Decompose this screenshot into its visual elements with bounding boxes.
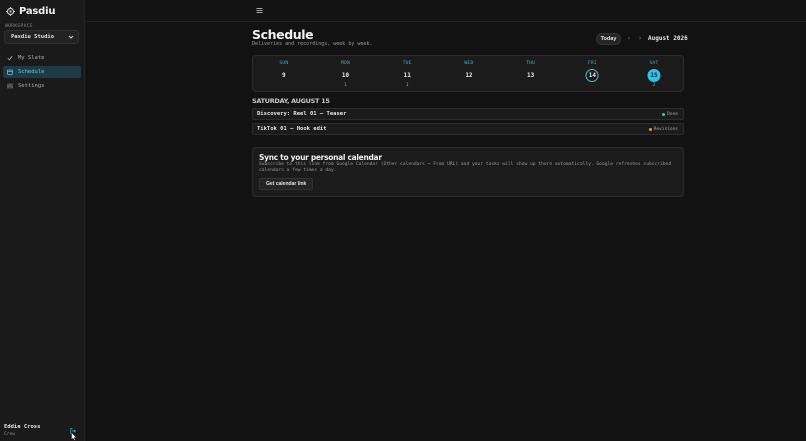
task-status-label: Done <box>667 111 678 117</box>
day-name: THU <box>526 61 536 66</box>
calendar-sync-card: Sync to your personal calendar Subscribe… <box>252 147 684 197</box>
page-title: Schedule <box>252 27 314 42</box>
day-number: 9 <box>282 72 286 79</box>
sidebar-item-label: Settings <box>18 83 45 89</box>
day-task-count: 2 <box>652 83 656 88</box>
sync-description: Subscribe to this link from Google Calen… <box>259 162 672 173</box>
mouse-cursor-icon <box>71 432 77 441</box>
sidebar-item-my-slate[interactable]: My Slate <box>3 52 81 64</box>
status-dot <box>662 112 666 116</box>
check-icon <box>7 55 13 61</box>
week-strip: SUN 9 MON 10 1 TUE 11 1 WED 12 THU 13 FR… <box>252 55 684 92</box>
selected-date-heading: SATURDAY, AUGUST 15 <box>252 97 330 105</box>
get-calendar-link-button[interactable]: Get calendar link <box>259 178 314 190</box>
day-number: 12 <box>465 72 473 79</box>
gear-logo-icon <box>6 7 15 16</box>
task-status: Revisions <box>648 126 678 132</box>
sidebar-nav: My Slate Schedule Settings <box>3 52 81 94</box>
sidebar-item-label: Schedule <box>18 69 45 75</box>
day-cell-wed[interactable]: WED 12 <box>438 56 500 93</box>
day-name: TUE <box>402 61 412 66</box>
day-task-count: 1 <box>344 83 347 88</box>
day-task-count: 1 <box>405 83 409 88</box>
day-cell-fri[interactable]: FRI 14 <box>562 56 624 93</box>
sync-title: Sync to your personal calendar <box>259 153 382 162</box>
day-name: SUN <box>279 61 289 66</box>
sidebar-item-settings[interactable]: Settings <box>3 80 81 92</box>
day-cell-tue[interactable]: TUE 11 1 <box>376 56 438 93</box>
page-subtitle: Deliveries and recordings, week by week. <box>252 41 373 47</box>
day-cell-sun[interactable]: SUN 9 <box>253 56 315 93</box>
task-status: Done <box>662 112 678 117</box>
day-name: MON <box>341 61 351 66</box>
next-week-button[interactable]: › <box>637 35 643 42</box>
status-dot <box>648 127 652 131</box>
sidebar: Pasdiu WORKSPACE Pasdiu Studio My Slate … <box>0 0 85 441</box>
task-status-label: Revisions <box>653 126 678 132</box>
day-cell-mon[interactable]: MON 10 1 <box>315 56 377 93</box>
day-number: 11 <box>403 72 411 79</box>
day-name: WED <box>464 61 474 66</box>
task-row[interactable]: TikTok 01 — Hook edit Revisions <box>252 123 684 135</box>
day-cell-thu[interactable]: THU 13 <box>500 56 562 93</box>
brand[interactable]: Pasdiu <box>6 6 55 17</box>
task-title: TikTok 01 — Hook edit <box>257 126 327 132</box>
month-label: August 2026 <box>648 35 688 42</box>
task-row[interactable]: Discovery: Reel 01 — Teaser Done <box>252 108 684 120</box>
app-name: Pasdiu <box>19 6 56 17</box>
today-button[interactable]: Today <box>596 33 621 45</box>
day-number: 10 <box>341 72 350 79</box>
task-title: Discovery: Reel 01 — Teaser <box>257 111 347 117</box>
hamburger-menu-icon[interactable] <box>256 7 263 14</box>
prev-week-button[interactable]: ‹ <box>626 35 632 42</box>
day-name: SAT <box>649 61 659 66</box>
sidebar-item-schedule[interactable]: Schedule <box>3 66 81 78</box>
chevron-down-icon <box>68 35 74 39</box>
workspace-select-value: Pasdiu Studio <box>11 34 55 40</box>
workspace-select[interactable]: Pasdiu Studio <box>4 30 79 44</box>
sidebar-item-label: My Slate <box>18 55 45 61</box>
workspace-label: WORKSPACE <box>5 24 33 29</box>
day-cell-sat[interactable]: SAT 15 2 <box>623 56 685 93</box>
user-profile[interactable]: Eddie Cross Crew <box>4 424 40 437</box>
day-number: 13 <box>527 72 535 79</box>
calendar-icon <box>7 69 13 75</box>
day-number-today: 14 <box>585 69 599 82</box>
top-bar <box>86 0 806 22</box>
user-name: Eddie Cross <box>4 424 41 430</box>
day-name: FRI <box>587 61 597 66</box>
user-role: Crew <box>4 432 15 437</box>
sliders-icon <box>7 83 13 89</box>
day-number-selected: 15 <box>647 69 661 82</box>
